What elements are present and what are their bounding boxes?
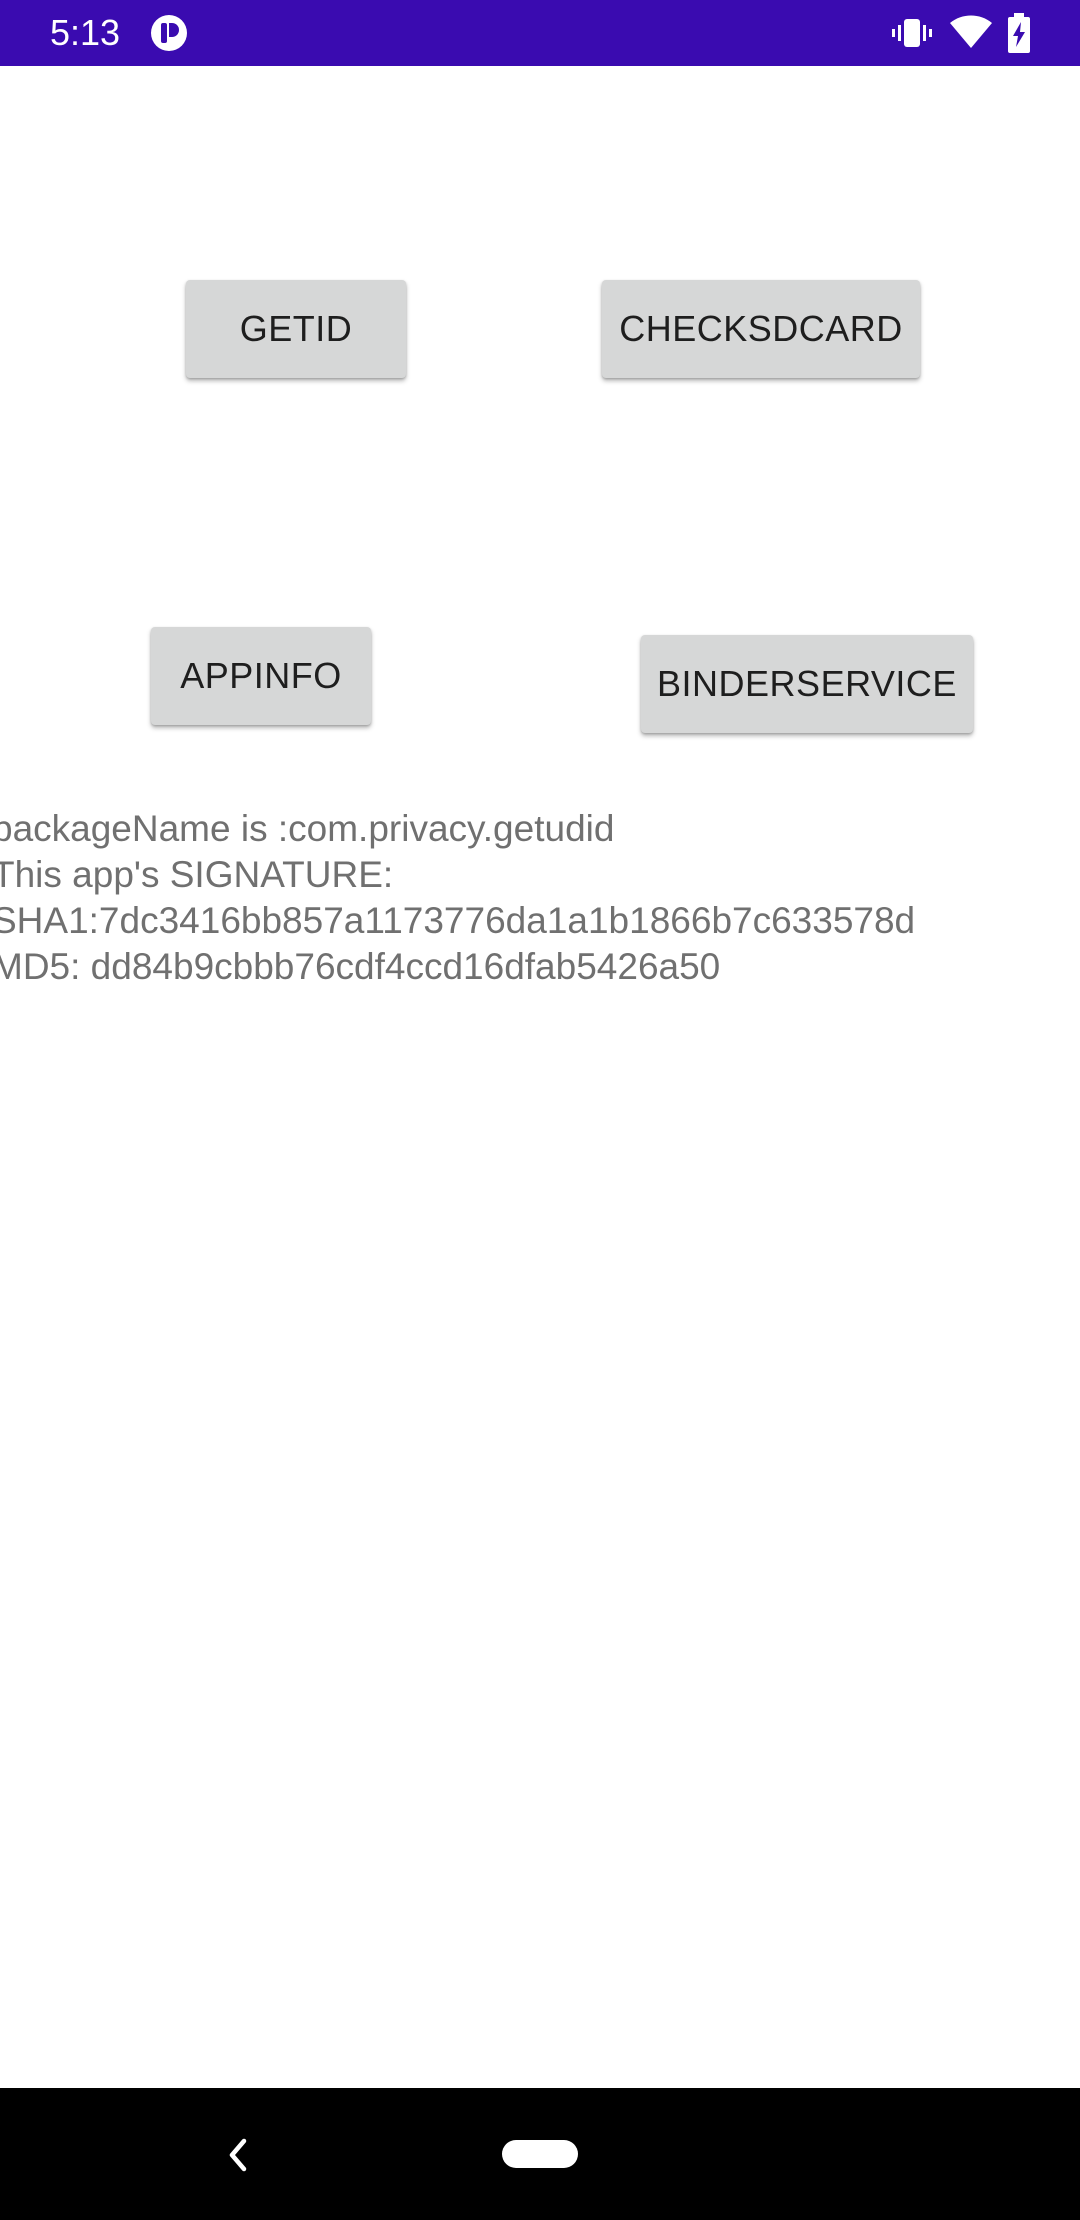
battery-charging-icon — [1008, 13, 1030, 53]
back-icon[interactable] — [224, 2135, 254, 2175]
signature-heading-line: This app's SIGNATURE: — [0, 854, 394, 895]
vibrate-icon — [892, 19, 932, 47]
home-pill-icon[interactable] — [502, 2140, 578, 2168]
checksdcard-button-label: CHECKSDCARD — [619, 308, 903, 349]
status-bar: 5:13 — [0, 0, 1080, 66]
binderservice-button-label: BINDERSERVICE — [657, 663, 957, 704]
notification-app-icon — [151, 15, 187, 51]
checksdcard-button[interactable]: CHECKSDCARD — [602, 280, 920, 378]
package-name-line: packageName is :com.privacy.getudid — [0, 808, 615, 849]
sha1-line: SHA1:7dc3416bb857a1173776da1a1b1866b7c63… — [0, 900, 916, 941]
binderservice-button[interactable]: BINDERSERVICE — [641, 635, 973, 733]
status-time: 5:13 — [50, 12, 121, 53]
getid-button-label: GETID — [239, 308, 353, 349]
app-info-text: packageName is :com.privacy.getudid This… — [0, 806, 1072, 990]
getid-button[interactable]: GETID — [186, 280, 406, 378]
appinfo-button[interactable]: APPINFO — [151, 627, 371, 725]
md5-line: MD5: dd84b9cbbb76cdf4ccd16dfab5426a50 — [0, 946, 721, 987]
wifi-icon — [950, 15, 992, 48]
appinfo-button-label: APPINFO — [180, 655, 342, 696]
navigation-bar — [0, 2088, 1080, 2220]
